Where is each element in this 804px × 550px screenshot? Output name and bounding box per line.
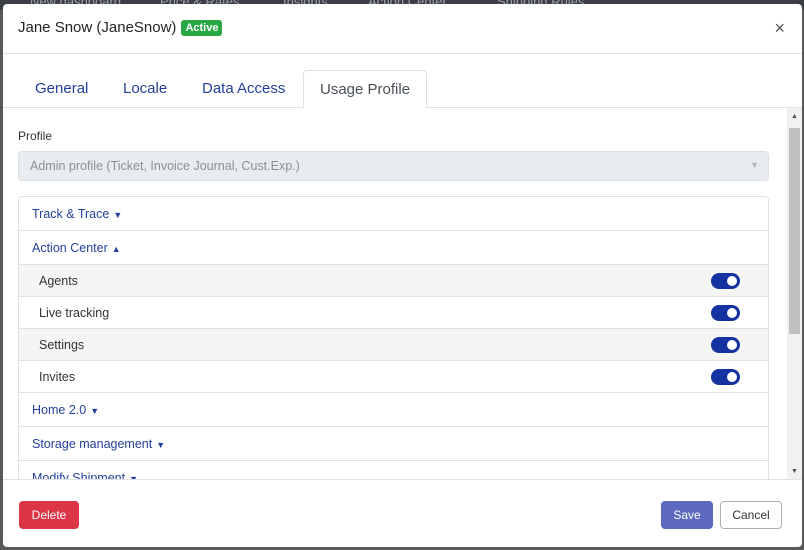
tab-usage-profile[interactable]: Usage Profile <box>303 70 428 109</box>
section-track-trace[interactable]: Track & Trace ▼ <box>19 197 768 231</box>
cancel-button[interactable]: Cancel <box>720 501 782 529</box>
chevron-down-icon: ▼ <box>90 406 100 416</box>
toggle-knob <box>727 372 737 382</box>
section-modify-shipment[interactable]: Modify Shipment ▼ <box>19 461 768 479</box>
section-storage-management[interactable]: Storage management ▼ <box>19 427 768 461</box>
save-button[interactable]: Save <box>661 501 713 529</box>
agents-toggle[interactable] <box>711 273 740 289</box>
delete-button[interactable]: Delete <box>19 501 79 529</box>
permissions-list: Track & Trace ▼ Action Center ▲ Agents Liv… <box>18 196 769 479</box>
profile-select-value: Admin profile (Ticket, Invoice Journal, … <box>30 159 300 173</box>
modal-header: Jane Snow (JaneSnow) Active × <box>3 4 802 54</box>
modal-body: Profile Admin profile (Ticket, Invoice J… <box>3 108 802 479</box>
list-item-agents: Agents <box>19 265 768 297</box>
profile-label: Profile <box>18 129 53 143</box>
live-tracking-toggle[interactable] <box>711 305 740 321</box>
invites-toggle[interactable] <box>711 369 740 385</box>
toggle-knob <box>727 308 737 318</box>
chevron-down-icon: ▼ <box>113 210 123 220</box>
list-item-invites: Invites <box>19 361 768 393</box>
vertical-scrollbar[interactable]: ▲ ▼ <box>787 108 802 479</box>
scroll-up-arrow-icon[interactable]: ▲ <box>791 113 798 120</box>
item-label: Invites <box>39 370 76 384</box>
user-name: Jane Snow (JaneSnow) <box>18 19 177 36</box>
section-home[interactable]: Home 2.0 ▼ <box>19 393 768 427</box>
toggle-knob <box>727 276 737 286</box>
item-label: Live tracking <box>39 306 110 320</box>
section-label: Home 2.0 <box>32 403 87 417</box>
section-action-center[interactable]: Action Center ▲ <box>19 231 768 265</box>
item-label: Agents <box>39 274 78 288</box>
list-item-live-tracking: Live tracking <box>19 297 768 329</box>
tab-data-access[interactable]: Data Access <box>202 80 285 97</box>
status-badge: Active <box>181 19 223 36</box>
tab-general[interactable]: General <box>35 80 88 97</box>
toggle-knob <box>727 340 737 350</box>
modal-footer: Delete Save Cancel <box>3 479 802 547</box>
item-label: Settings <box>39 338 85 352</box>
section-label: Modify Shipment <box>32 471 126 479</box>
profile-select[interactable]: Admin profile (Ticket, Invoice Journal, … <box>18 151 769 181</box>
section-label: Storage management <box>32 437 153 451</box>
section-label: Action Center <box>32 241 108 255</box>
section-label: Track & Trace <box>32 207 110 221</box>
chevron-up-icon: ▲ <box>111 244 121 254</box>
tab-locale[interactable]: Locale <box>123 80 167 97</box>
chevron-down-icon: ▼ <box>156 440 166 450</box>
tab-bar: General Locale Data Access Usage Profile <box>3 54 802 109</box>
chevron-down-icon: ▼ <box>750 160 759 170</box>
scrollbar-thumb[interactable] <box>789 128 800 334</box>
scroll-down-arrow-icon[interactable]: ▼ <box>791 468 798 475</box>
modal-title: Jane Snow (JaneSnow) Active <box>18 19 223 36</box>
list-item-settings: Settings <box>19 329 768 361</box>
close-icon[interactable]: × <box>774 18 785 38</box>
settings-toggle[interactable] <box>711 337 740 353</box>
user-edit-modal: Jane Snow (JaneSnow) Active × General Lo… <box>3 4 802 547</box>
